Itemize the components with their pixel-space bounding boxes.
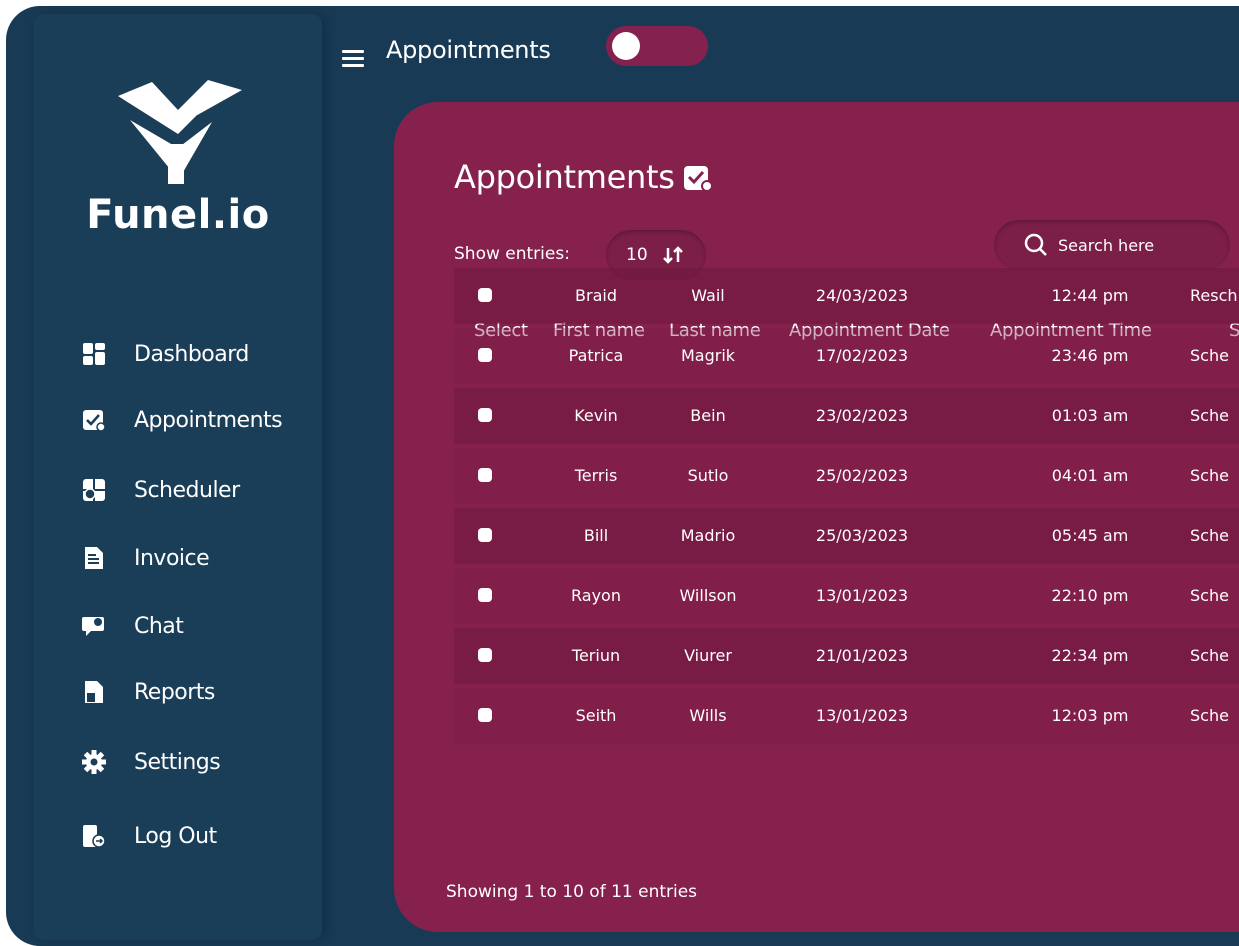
cell-time: 22:10 pm [1051,586,1129,605]
sidebar-item-chat[interactable]: Chat [82,608,184,644]
sidebar-item-label: Invoice [134,545,210,571]
cell-first: Terris [574,466,618,485]
entries-value: 10 [626,245,648,265]
page-title: Appointments [386,36,551,64]
table-row[interactable]: Braid Wail 24/03/2023 12:44 pm Resch [454,268,1239,324]
cell-date: 13/01/2023 [815,586,909,605]
cell-date: 17/02/2023 [815,346,909,365]
sidebar-item-label: Settings [134,749,221,775]
sidebar-item-label: Scheduler [134,477,240,503]
brand-name: Funel.io [86,192,270,238]
cell-time: 12:44 pm [1051,286,1129,305]
table-row[interactable]: Kevin Bein 23/02/2023 01:03 am Sche [454,388,1239,444]
appointments-icon [683,166,713,192]
toggle-knob [612,32,640,60]
cell-date: 23/02/2023 [815,406,909,425]
cell-last: Wail [691,286,725,305]
cell-date: 21/01/2023 [815,646,909,665]
sidebar-item-appointments[interactable]: Appointments [82,402,283,438]
cell-time: 01:03 am [1051,406,1129,425]
row-select-checkbox[interactable] [478,648,492,662]
table-row[interactable]: Bill Madrio 25/03/2023 05:45 am Sche [454,508,1239,564]
row-select-checkbox[interactable] [478,408,492,422]
cell-date: 13/01/2023 [815,706,909,725]
cell-status: Sche [1190,706,1229,725]
panel-title: Appointments [454,158,713,196]
cell-status: Sche [1190,586,1229,605]
row-select-checkbox[interactable] [478,288,492,302]
sidebar-item-label: Chat [134,613,184,639]
show-entries-label: Show entries: [454,244,570,264]
cell-first: Patrica [568,346,624,365]
search-icon [1024,233,1047,256]
cell-time: 12:03 pm [1051,706,1129,725]
chat-icon [82,617,104,636]
table-row[interactable]: Teriun Viurer 21/01/2023 22:34 pm Sche [454,628,1239,684]
sort-arrows-icon [662,246,683,264]
cell-last: Sutlo [687,466,729,485]
table-info: Showing 1 to 10 of 11 entries [446,882,698,902]
sidebar-item-invoice[interactable]: Invoice [82,540,210,576]
cell-first: Kevin [574,406,618,425]
sidebar-item-reports[interactable]: Reports [82,674,215,710]
table-row[interactable]: Terris Sutlo 25/02/2023 04:01 am Sche [454,448,1239,504]
app-window: Funel.io Dashboard Appointments Schedule… [6,6,1239,946]
reports-icon [85,681,103,703]
sidebar-item-settings[interactable]: Settings [82,744,221,780]
cell-status: Resch [1190,286,1238,305]
appointments-panel: Appointments Show entries: 10 Search her… [394,102,1239,932]
cell-last: Madrio [680,526,736,545]
row-select-checkbox[interactable] [478,348,492,362]
cell-status: Sche [1190,346,1229,365]
row-select-checkbox[interactable] [478,708,492,722]
row-select-checkbox[interactable] [478,588,492,602]
sidebar-item-scheduler[interactable]: Scheduler [82,472,240,508]
sidebar: Funel.io Dashboard Appointments Schedule… [34,14,322,940]
gear-icon [82,750,106,774]
dashboard-icon [83,343,105,365]
sidebar-item-label: Reports [134,679,215,705]
row-select-checkbox[interactable] [478,528,492,542]
table-row[interactable]: Seith Wills 13/01/2023 12:03 pm Sche [454,688,1239,744]
menu-icon[interactable] [342,50,364,68]
cell-first: Seith [575,706,617,725]
cell-first: Braid [575,286,617,305]
sidebar-item-label: Appointments [134,407,283,433]
cell-time: 04:01 am [1051,466,1129,485]
appointments-icon [83,410,106,432]
sidebar-item-logout[interactable]: Log Out [82,818,217,854]
table-row[interactable]: Rayon Willson 13/01/2023 22:10 pm Sche [454,568,1239,624]
cell-status: Sche [1190,466,1229,485]
cell-date: 25/02/2023 [815,466,909,485]
cell-date: 24/03/2023 [815,286,909,305]
cell-date: 25/03/2023 [815,526,909,545]
logout-icon [83,825,106,848]
panel-title-text: Appointments [454,158,675,196]
funel-logo-icon [118,80,242,184]
cell-time: 23:46 pm [1051,346,1129,365]
cell-status: Sche [1190,526,1229,545]
cell-status: Sche [1190,406,1229,425]
cell-first: Rayon [571,586,621,605]
invoice-icon [85,547,103,569]
row-select-checkbox[interactable] [478,468,492,482]
scheduler-icon [83,479,105,501]
cell-time: 22:34 pm [1051,646,1129,665]
cell-last: Bein [690,406,726,425]
cell-time: 05:45 am [1051,526,1129,545]
table-row[interactable]: Patrica Magrik 17/02/2023 23:46 pm Sche [454,328,1239,384]
search-placeholder: Search here [1058,235,1155,255]
sidebar-item-label: Log Out [134,823,217,849]
cell-status: Sche [1190,646,1229,665]
cell-last: Viurer [684,646,732,665]
cell-last: Willson [679,586,737,605]
cell-first: Teriun [571,646,621,665]
sidebar-item-dashboard[interactable]: Dashboard [82,336,249,372]
cell-last: Wills [689,706,727,725]
sidebar-item-label: Dashboard [134,341,249,367]
search-input[interactable]: Search here [994,220,1230,270]
theme-toggle[interactable] [606,26,708,66]
cell-last: Magrik [680,346,736,365]
cell-first: Bill [583,526,609,545]
